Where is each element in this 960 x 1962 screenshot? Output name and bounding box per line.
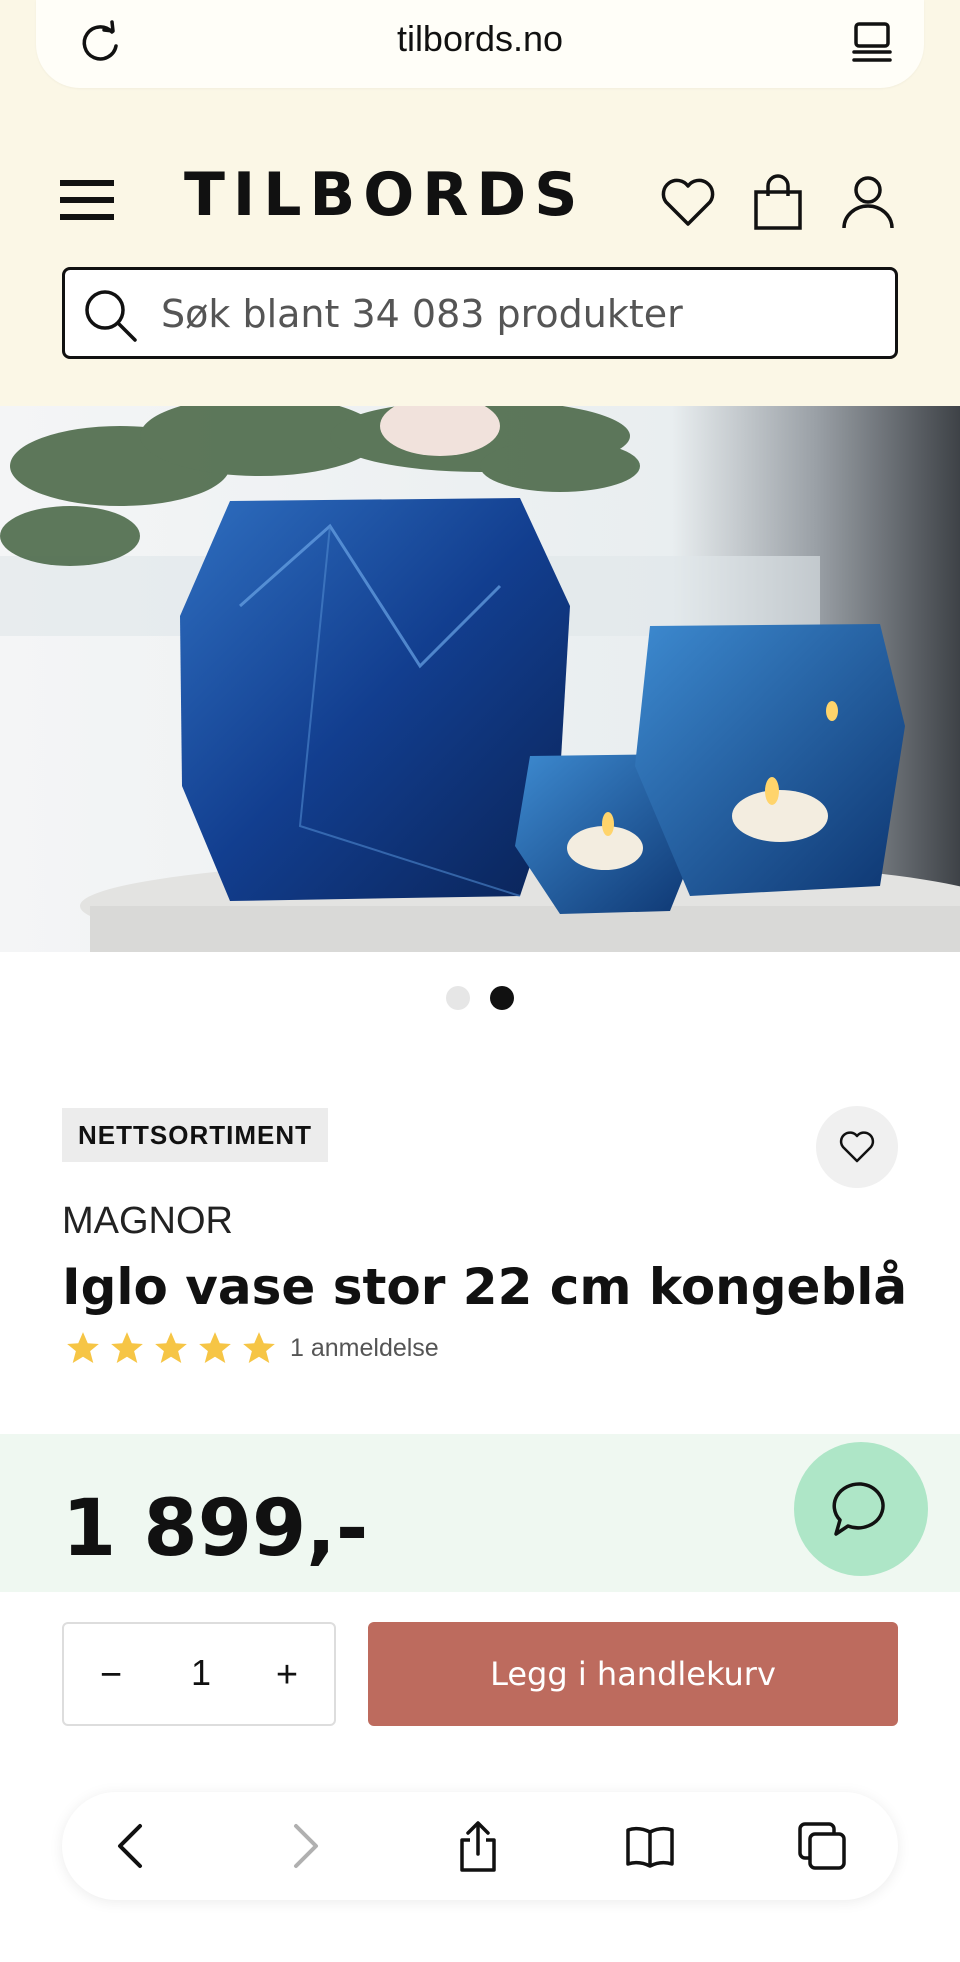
wishlist-button[interactable]	[816, 1106, 898, 1188]
star-icon	[111, 1332, 143, 1364]
product-brand[interactable]: MAGNOR	[62, 1200, 233, 1243]
product-photo[interactable]	[0, 406, 960, 952]
bookmarks-icon[interactable]	[624, 1820, 676, 1872]
product-rating[interactable]: 1 anmeldelse	[64, 1328, 439, 1368]
search-input[interactable]	[161, 280, 881, 348]
heart-icon	[839, 1131, 875, 1163]
shopping-bag-icon[interactable]	[748, 172, 808, 232]
reviews-count[interactable]: 1 anmeldelse	[290, 1334, 439, 1363]
star-icon	[67, 1332, 99, 1364]
heart-icon[interactable]	[658, 172, 718, 232]
browser-toolbar	[62, 1792, 898, 1900]
add-to-cart-button[interactable]: Legg i handlekurv	[368, 1622, 898, 1726]
star-icon	[243, 1332, 275, 1364]
carousel-dot-1[interactable]	[445, 986, 470, 1010]
reader-mode-icon[interactable]	[848, 18, 896, 66]
chat-button[interactable]	[794, 1442, 928, 1576]
search-icon	[85, 290, 137, 342]
product-title: Iglo vase stor 22 cm kongeblå	[62, 1258, 908, 1316]
product-price: 1 899,-	[62, 1484, 369, 1574]
back-icon[interactable]	[106, 1820, 158, 1872]
browser-address-bar[interactable]: tilbords.no	[36, 0, 924, 88]
quantity-stepper: − 1 +	[62, 1622, 336, 1726]
carousel-dot-2[interactable]	[490, 986, 515, 1010]
forward-icon[interactable]	[278, 1820, 330, 1872]
tabs-icon[interactable]	[796, 1820, 848, 1872]
chat-bubble-icon	[832, 1482, 885, 1536]
quantity-increase-button[interactable]: +	[262, 1650, 312, 1700]
quantity-decrease-button[interactable]: −	[86, 1650, 136, 1700]
search-box[interactable]	[62, 267, 898, 359]
url-text[interactable]: tilbords.no	[36, 18, 924, 60]
hamburger-menu-icon[interactable]	[60, 176, 114, 224]
carousel-dots	[0, 986, 960, 1012]
share-icon[interactable]	[452, 1820, 504, 1872]
site-logo[interactable]: TILBORDS	[184, 160, 585, 230]
star-icon	[155, 1332, 187, 1364]
product-badge: NETTSORTIMENT	[62, 1108, 328, 1162]
user-icon[interactable]	[838, 172, 898, 232]
star-icon	[199, 1332, 231, 1364]
quantity-value[interactable]: 1	[164, 1652, 238, 1694]
